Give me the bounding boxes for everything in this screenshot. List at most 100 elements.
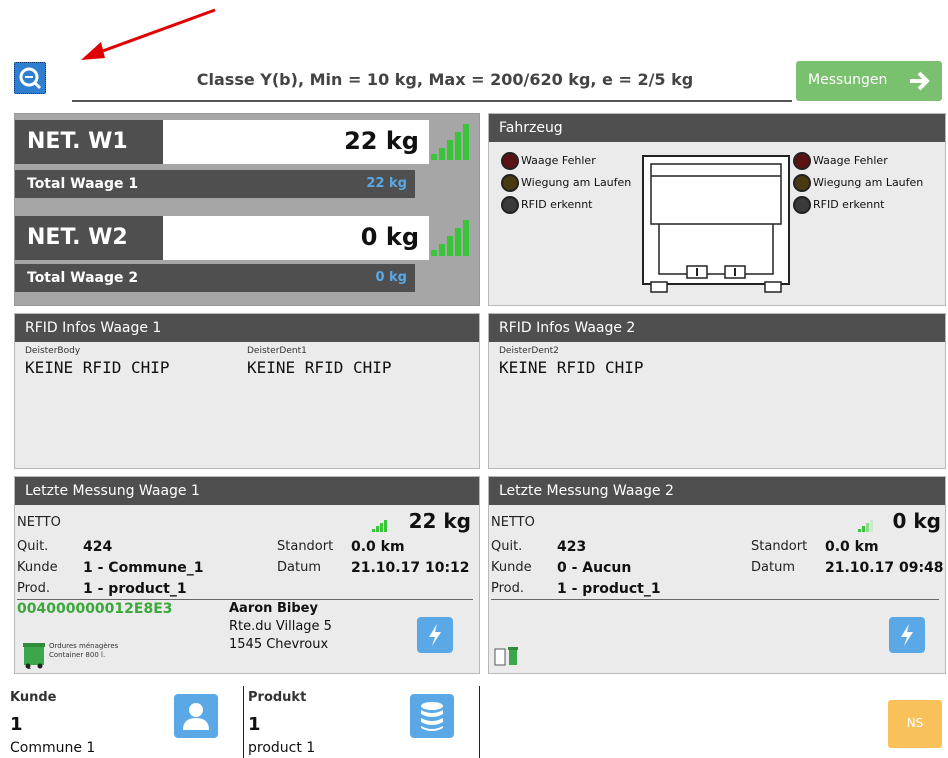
last2-title: Letzte Messung Waage 2: [489, 477, 945, 505]
database-icon: [421, 702, 443, 731]
w2-label: NET. W2: [27, 225, 128, 250]
rfid2-panel: RFID Infos Waage 2 DeisterDent2 KEINE RF…: [488, 313, 946, 469]
w2-value-box: 0 kg: [163, 216, 429, 260]
last1-panel: Letzte Messung Waage 1 NETTO 22 kg Quit.…: [14, 476, 480, 674]
rfid1-tag1-value: KEINE RFID CHIP: [247, 358, 392, 377]
last2-kunde: 0 - Aucun: [557, 560, 632, 576]
last1-divider: [17, 599, 473, 600]
w2-total-value: 0 kg: [375, 270, 407, 285]
magnifier-minus-icon: [19, 67, 42, 90]
last1-rfid-code: 004000000012E8E3: [17, 601, 173, 617]
last1-title: Letzte Messung Waage 1: [15, 477, 479, 505]
w2-label-box: NET. W2: [15, 216, 163, 260]
last2-action-button[interactable]: [889, 617, 925, 653]
last1-standort-label: Standort: [277, 539, 334, 554]
last1-container-line1: Ordures ménagères: [49, 642, 119, 650]
measurements-button-label: Messungen: [808, 72, 888, 88]
rfid2-tag0-value: KEINE RFID CHIP: [499, 358, 644, 377]
right-running-label: Wiegung am Laufen: [813, 176, 924, 189]
footer-kunde-name: Commune 1: [10, 740, 96, 756]
last2-quit: 423: [557, 539, 587, 555]
left-rfid-label: RFID erkennt: [521, 198, 593, 211]
last1-prod: 1 - product_1: [83, 581, 187, 597]
user-icon: [183, 703, 209, 730]
w1-total-value: 22 kg: [366, 176, 407, 191]
right-error-label: Waage Fehler: [813, 154, 888, 167]
w1-value-box: 22 kg: [163, 120, 429, 164]
w2-total-bar: Total Waage 2 0 kg: [15, 264, 415, 292]
last1-person-name: Aaron Bibey: [229, 601, 318, 616]
last1-datum: 21.10.17 10:12: [351, 560, 470, 576]
rfid1-title: RFID Infos Waage 1: [15, 314, 479, 342]
last1-container-line2: Container 800 l.: [49, 651, 106, 659]
footer-kunde-label: Kunde: [10, 690, 57, 705]
right-running-lamp: [793, 174, 811, 192]
last1-standort: 0.0 km: [351, 539, 405, 555]
last1-prod-label: Prod.: [17, 581, 51, 596]
rfid1-tag0-value: KEINE RFID CHIP: [25, 358, 170, 377]
vehicle-title: Fahrzeug: [489, 114, 945, 142]
footer-produkt-id: 1: [248, 714, 261, 735]
last1-type: NETTO: [17, 515, 61, 530]
class-info: Classe Y(b), Min = 10 kg, Max = 200/620 …: [196, 70, 694, 89]
left-error-label: Waage Fehler: [521, 154, 596, 167]
footer-produkt-name: product 1: [248, 740, 316, 756]
last2-prod: 1 - product_1: [557, 581, 661, 597]
last2-kunde-label: Kunde: [491, 560, 532, 575]
lightning-icon: [429, 624, 441, 646]
measurements-button[interactable]: Messungen: [796, 61, 942, 101]
last1-datum-label: Datum: [277, 560, 321, 575]
w1-value: 22 kg: [344, 127, 419, 155]
right-error-lamp: [793, 152, 811, 170]
right-rfid-label: RFID erkennt: [813, 198, 885, 211]
last2-panel: Letzte Messung Waage 2 NETTO 0 kg Quit. …: [488, 476, 946, 674]
last2-standort: 0.0 km: [825, 539, 879, 555]
left-error-lamp: [501, 152, 519, 170]
last1-address1: Rte.du Village 5: [229, 619, 332, 634]
ns-button-label: NS: [906, 716, 924, 730]
footer-divider-1: [243, 686, 244, 758]
last1-weight: 22 kg: [408, 509, 471, 533]
header-underline: [72, 100, 792, 102]
right-rfid-lamp: [793, 196, 811, 214]
last1-address2: 1545 Chevroux: [229, 637, 329, 652]
weights-panel: NET. W1 22 kg Total Waage 1 22 kg NET. W…: [14, 113, 480, 306]
last2-datum-label: Datum: [751, 560, 795, 575]
w2-signal-icon: [431, 220, 469, 256]
last2-signal-icon: [858, 520, 873, 532]
footer-kunde-id: 1: [10, 714, 23, 735]
vehicle-panel: Fahrzeug Waage Fehler Wiegung am Laufen …: [488, 113, 946, 306]
green-container-icon: [23, 643, 45, 669]
rfid1-panel: RFID Infos Waage 1 DeisterBody KEINE RFI…: [14, 313, 480, 469]
ns-button[interactable]: NS: [888, 700, 942, 748]
last1-signal-icon: [372, 520, 387, 532]
footer-divider-2: [479, 686, 480, 758]
customer-select-button[interactable]: [174, 694, 218, 738]
last2-weight: 0 kg: [892, 509, 942, 533]
last1-quit-label: Quit.: [17, 539, 49, 554]
last2-divider: [491, 599, 939, 600]
last1-container-line3: 1: [27, 663, 32, 671]
w1-total-bar: Total Waage 1 22 kg: [15, 170, 415, 198]
left-rfid-lamp: [501, 196, 519, 214]
truck-icon: [642, 155, 790, 293]
arrow-right-icon: [910, 71, 930, 91]
lightning-icon: [901, 624, 913, 646]
last2-type: NETTO: [491, 515, 535, 530]
last1-quit: 424: [83, 539, 113, 555]
last1-action-button[interactable]: [417, 617, 453, 653]
bins-icon: [494, 647, 518, 666]
product-select-button[interactable]: [410, 694, 454, 738]
annotation-arrow: [81, 8, 216, 60]
rfid2-title: RFID Infos Waage 2: [489, 314, 945, 342]
left-running-lamp: [501, 174, 519, 192]
rfid2-tag0-name: DeisterDent2: [499, 346, 559, 356]
last2-datum: 21.10.17 09:48: [825, 560, 944, 576]
w1-total-label: Total Waage 1: [27, 176, 139, 192]
rfid1-tag1-name: DeisterDent1: [247, 346, 307, 356]
w2-total-label: Total Waage 2: [27, 270, 139, 286]
zoom-button[interactable]: [14, 62, 46, 94]
last2-prod-label: Prod.: [491, 581, 525, 596]
left-running-label: Wiegung am Laufen: [521, 176, 632, 189]
w2-value: 0 kg: [360, 223, 419, 251]
